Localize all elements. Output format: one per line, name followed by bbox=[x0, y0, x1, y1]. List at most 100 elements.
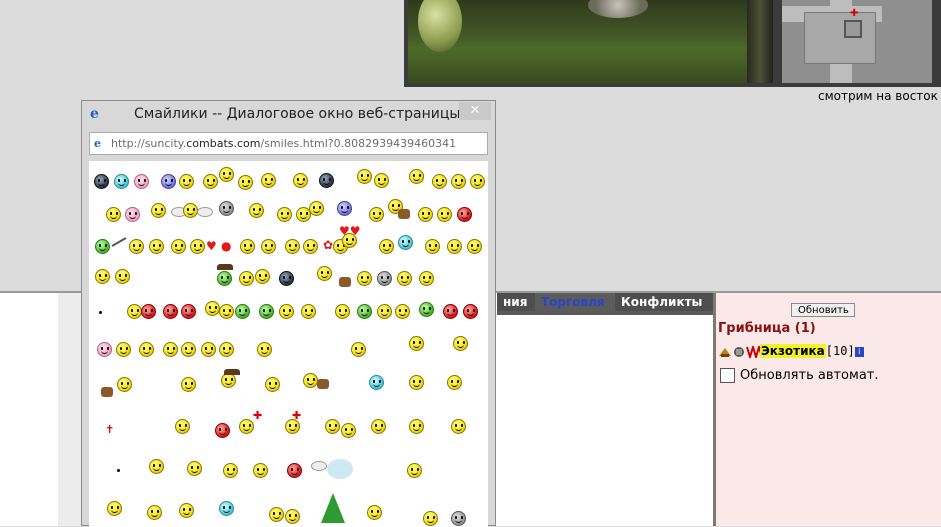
smiley-icon[interactable] bbox=[451, 174, 466, 189]
smiley-icon[interactable] bbox=[437, 207, 452, 222]
smiley-icon[interactable] bbox=[409, 375, 424, 390]
smiley-icon[interactable] bbox=[190, 239, 205, 254]
smiley-icon[interactable] bbox=[129, 239, 144, 254]
smiley-icon[interactable] bbox=[259, 304, 274, 319]
smiley-icon[interactable] bbox=[94, 174, 109, 189]
smiley-icon[interactable] bbox=[151, 203, 166, 218]
smiley-icon[interactable] bbox=[117, 377, 132, 392]
smiley-icon[interactable] bbox=[106, 207, 121, 222]
auto-refresh-checkbox[interactable] bbox=[720, 368, 735, 383]
smiley-icon[interactable] bbox=[341, 423, 356, 438]
smiley-icon[interactable] bbox=[219, 201, 234, 216]
smiley-icon[interactable] bbox=[239, 271, 254, 286]
dialog-titlebar[interactable]: e Смайлики -- Диалоговое окно веб-страни… bbox=[82, 101, 495, 131]
smiley-icon[interactable] bbox=[277, 207, 292, 222]
smiley-icon[interactable] bbox=[357, 304, 372, 319]
location-scene[interactable] bbox=[408, 0, 773, 83]
smiley-icon[interactable] bbox=[181, 304, 196, 319]
smiley-icon[interactable] bbox=[134, 174, 149, 189]
smiley-icon[interactable] bbox=[285, 239, 300, 254]
smiley-icon[interactable] bbox=[374, 173, 389, 188]
smiley-icon[interactable] bbox=[265, 377, 280, 392]
smiley-icon[interactable] bbox=[115, 269, 130, 284]
smiley-icon[interactable] bbox=[183, 203, 198, 218]
smiley-icon[interactable] bbox=[97, 342, 112, 357]
smiley-icon[interactable] bbox=[163, 342, 178, 357]
smiley-icon[interactable] bbox=[125, 207, 140, 222]
smiley-icon[interactable] bbox=[217, 271, 232, 286]
smiley-icon[interactable] bbox=[175, 419, 190, 434]
smiley-icon[interactable] bbox=[419, 302, 434, 317]
smiley-icon[interactable] bbox=[453, 336, 468, 351]
smiley-icon[interactable] bbox=[451, 511, 466, 526]
smiley-icon[interactable] bbox=[319, 173, 334, 188]
smiley-icon[interactable] bbox=[215, 423, 230, 438]
smiley-icon[interactable] bbox=[367, 505, 382, 520]
smiley-icon[interactable] bbox=[219, 501, 234, 516]
smiley-icon[interactable] bbox=[418, 207, 433, 222]
smiley-icon[interactable] bbox=[219, 342, 234, 357]
smiley-icon[interactable] bbox=[107, 501, 122, 516]
close-button[interactable]: ✕ bbox=[459, 102, 491, 120]
smiley-icon[interactable] bbox=[470, 174, 485, 189]
smiley-icon[interactable] bbox=[221, 373, 236, 388]
smiley-icon[interactable] bbox=[219, 167, 234, 182]
smiley-icon[interactable] bbox=[149, 239, 164, 254]
smiley-icon[interactable] bbox=[114, 174, 129, 189]
smiley-icon[interactable] bbox=[379, 239, 394, 254]
smiley-icon[interactable] bbox=[269, 507, 284, 522]
smiley-icon[interactable] bbox=[309, 201, 324, 216]
smiley-icon[interactable] bbox=[235, 304, 250, 319]
smiley-icon[interactable] bbox=[181, 377, 196, 392]
smiley-icon[interactable] bbox=[303, 373, 318, 388]
tab-trade[interactable]: Торговля bbox=[535, 293, 619, 311]
smiley-icon[interactable] bbox=[293, 173, 308, 188]
smiley-icon[interactable] bbox=[357, 169, 372, 184]
smiley-icon[interactable] bbox=[205, 301, 220, 316]
smiley-icon[interactable] bbox=[238, 175, 253, 190]
smiley-icon[interactable] bbox=[279, 271, 294, 286]
smiley-icon[interactable] bbox=[95, 269, 110, 284]
smiley-icon[interactable] bbox=[451, 419, 466, 434]
smiley-icon[interactable] bbox=[95, 239, 110, 254]
smiley-icon[interactable] bbox=[447, 375, 462, 390]
smiley-icon[interactable] bbox=[223, 463, 238, 478]
smiley-icon[interactable] bbox=[187, 461, 202, 476]
smiley-icon[interactable] bbox=[147, 505, 162, 520]
smiley-icon[interactable] bbox=[249, 203, 264, 218]
smiley-icon[interactable] bbox=[377, 304, 392, 319]
smiley-icon[interactable] bbox=[317, 266, 332, 281]
smiley-icon[interactable] bbox=[285, 509, 300, 524]
smiley-icon[interactable] bbox=[419, 271, 434, 286]
smiley-icon[interactable] bbox=[335, 304, 350, 319]
refresh-button[interactable]: Обновить bbox=[791, 303, 855, 317]
address-bar[interactable]: e http://suncity.combats.com/smiles.html?… bbox=[89, 132, 488, 155]
smiley-icon[interactable] bbox=[239, 419, 254, 434]
smiley-icon[interactable] bbox=[467, 239, 482, 254]
smiley-icon[interactable] bbox=[432, 174, 447, 189]
smiley-icon[interactable] bbox=[179, 503, 194, 518]
smiley-icon[interactable] bbox=[463, 304, 478, 319]
smiley-icon[interactable] bbox=[253, 463, 268, 478]
smiley-icon[interactable] bbox=[171, 239, 186, 254]
smiley-icon[interactable] bbox=[377, 271, 392, 286]
smiley-icon[interactable] bbox=[397, 271, 412, 286]
smiley-icon[interactable] bbox=[179, 174, 194, 189]
smiley-icon[interactable] bbox=[447, 239, 462, 254]
smiley-icon[interactable] bbox=[257, 342, 272, 357]
smiley-icon[interactable] bbox=[279, 304, 294, 319]
smiley-icon[interactable] bbox=[161, 174, 176, 189]
smiley-icon[interactable] bbox=[301, 304, 316, 319]
smiley-icon[interactable] bbox=[409, 169, 424, 184]
auto-refresh-row[interactable]: Обновлять автомат. bbox=[720, 368, 879, 383]
smiley-icon[interactable] bbox=[407, 463, 422, 478]
smiley-icon[interactable] bbox=[357, 271, 372, 286]
smiley-icon[interactable] bbox=[409, 419, 424, 434]
minimap[interactable]: ✚ bbox=[782, 0, 932, 83]
smiley-icon[interactable] bbox=[369, 207, 384, 222]
smiley-icon[interactable] bbox=[219, 304, 234, 319]
player-name[interactable]: Экзотика bbox=[760, 344, 826, 358]
smiley-icon[interactable] bbox=[443, 304, 458, 319]
smiley-icon[interactable] bbox=[457, 207, 472, 222]
smiley-icon[interactable] bbox=[425, 239, 440, 254]
